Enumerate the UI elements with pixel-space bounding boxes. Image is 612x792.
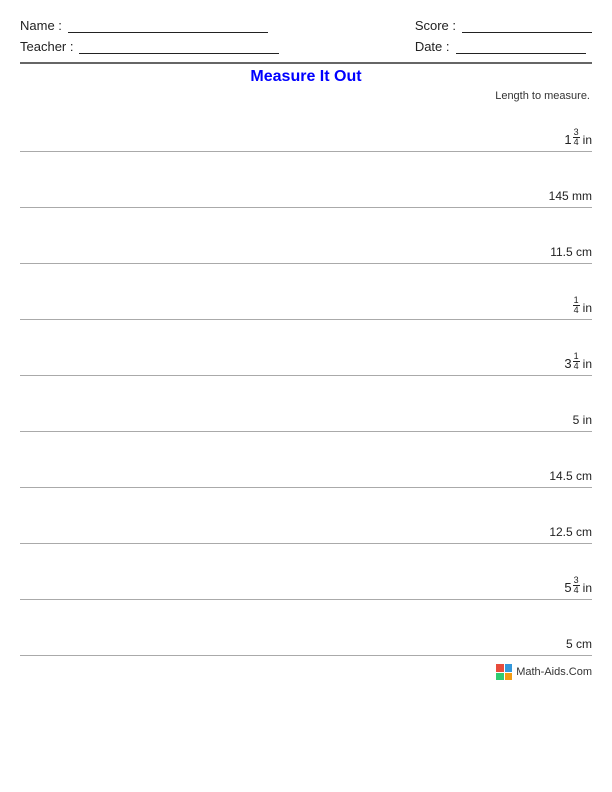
score-input-line bbox=[462, 19, 592, 33]
measure-value: 12.5 cm bbox=[549, 525, 592, 539]
teacher-field: Teacher : bbox=[20, 39, 279, 54]
measure-row: 12.5 cm bbox=[20, 496, 592, 544]
measure-value: 5 cm bbox=[566, 637, 592, 651]
measure-row: 534in bbox=[20, 552, 592, 600]
measure-value: 145 mm bbox=[549, 189, 592, 203]
footer-site: Math-Aids.Com bbox=[516, 666, 592, 678]
column-header: Length to measure. bbox=[20, 90, 592, 102]
header-left: Name : Teacher : bbox=[20, 18, 279, 54]
measure-value: 314in bbox=[564, 352, 592, 371]
measure-row: 145 mm bbox=[20, 160, 592, 208]
measure-value: 5 in bbox=[573, 413, 592, 427]
teacher-label: Teacher : bbox=[20, 39, 73, 54]
name-label: Name : bbox=[20, 18, 62, 33]
measure-value: 14in bbox=[573, 296, 592, 315]
footer: Math-Aids.Com bbox=[20, 664, 592, 680]
logo-icon bbox=[496, 664, 512, 680]
measure-row: 5 in bbox=[20, 384, 592, 432]
date-field: Date : bbox=[415, 39, 592, 54]
measure-row: 14in bbox=[20, 272, 592, 320]
measure-row: 134in bbox=[20, 104, 592, 152]
measure-row: 5 cm bbox=[20, 608, 592, 656]
score-field: Score : bbox=[415, 18, 592, 33]
header-section: Name : Teacher : Score : Date : bbox=[20, 18, 592, 54]
teacher-input-line bbox=[79, 40, 279, 54]
date-input-line bbox=[456, 40, 586, 54]
name-field: Name : bbox=[20, 18, 279, 33]
date-label: Date : bbox=[415, 39, 450, 54]
measure-value: 134in bbox=[564, 128, 592, 147]
footer-logo: Math-Aids.Com bbox=[496, 664, 592, 680]
header-right: Score : Date : bbox=[415, 18, 592, 54]
measure-row: 11.5 cm bbox=[20, 216, 592, 264]
top-divider bbox=[20, 62, 592, 64]
measure-row: 314in bbox=[20, 328, 592, 376]
measure-value: 14.5 cm bbox=[549, 469, 592, 483]
score-label: Score : bbox=[415, 18, 456, 33]
measure-value: 534in bbox=[564, 576, 592, 595]
measure-row: 14.5 cm bbox=[20, 440, 592, 488]
measure-value: 11.5 cm bbox=[550, 245, 592, 259]
rows-container: 134in 145 mm 11.5 cm 14in 314in 5 in 14.5 cm 12… bbox=[20, 104, 592, 656]
name-input-line bbox=[68, 19, 268, 33]
worksheet-title: Measure It Out bbox=[20, 68, 592, 86]
